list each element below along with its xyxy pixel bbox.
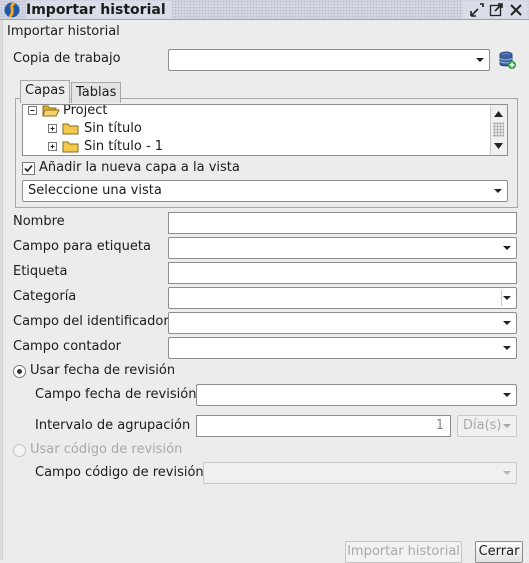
tree-scrollbar[interactable] — [490, 105, 507, 155]
tree-label-project: Project — [63, 104, 108, 118]
chevron-down-icon — [503, 246, 511, 250]
minimize-icon[interactable] — [469, 2, 485, 18]
interval-label: Intervalo de agrupación — [35, 418, 191, 433]
expand-icon[interactable] — [47, 123, 59, 135]
add-layer-checkbox[interactable] — [22, 162, 35, 175]
checkmark-icon — [24, 164, 33, 173]
folder-open-icon — [42, 105, 60, 117]
id-field-label: Campo del identificador — [13, 314, 169, 329]
window-title: Importar historial — [26, 1, 172, 19]
close-icon[interactable] — [508, 2, 524, 18]
expand-icon[interactable] — [47, 141, 59, 153]
interval-unit-select[interactable]: Día(s) — [457, 415, 517, 437]
layers-tree[interactable]: Project Sin título Sin título - 1 — [22, 104, 508, 156]
name-label: Nombre — [13, 214, 65, 229]
label-field-label: Campo para etiqueta — [13, 239, 151, 254]
tag-input[interactable] — [168, 262, 517, 284]
tab-capas[interactable]: Capas — [20, 80, 71, 103]
database-add-icon[interactable] — [497, 50, 517, 70]
revision-code-field-select[interactable] — [203, 462, 517, 484]
window-controls — [463, 1, 527, 19]
tag-label: Etiqueta — [13, 264, 68, 279]
chevron-down-icon — [503, 321, 511, 325]
chevron-down-icon — [503, 346, 511, 350]
category-label: Categoría — [13, 289, 77, 304]
chevron-down-icon — [503, 471, 511, 475]
dialog-header: Importar historial — [7, 24, 120, 39]
id-field-select[interactable] — [168, 312, 517, 334]
chevron-down-icon — [476, 58, 484, 62]
collapse-icon[interactable] — [27, 105, 39, 117]
tab-tablas[interactable]: Tablas — [71, 82, 122, 103]
revision-code-label[interactable]: Usar código de revisión — [30, 441, 182, 459]
window-border — [0, 20, 3, 560]
view-select[interactable]: Seleccione una vista — [22, 180, 508, 202]
app-icon — [4, 2, 20, 18]
folder-icon — [62, 123, 79, 135]
revision-date-radio[interactable] — [13, 365, 26, 378]
scroll-thumb[interactable] — [493, 122, 504, 137]
interval-input[interactable]: 1 — [196, 415, 451, 437]
label-field-select[interactable] — [168, 237, 517, 259]
scroll-down-icon[interactable] — [491, 139, 506, 153]
chevron-down-icon — [503, 424, 511, 428]
working-copy-label: Copia de trabajo — [13, 51, 121, 66]
chevron-down-icon — [494, 189, 502, 193]
revision-date-field-label: Campo fecha de revisión — [35, 387, 197, 402]
revision-date-field-select[interactable] — [196, 384, 517, 406]
working-copy-select[interactable] — [168, 49, 490, 71]
category-combo[interactable] — [168, 287, 517, 309]
folder-icon — [62, 141, 79, 153]
revision-code-field-label: Campo código de revisión — [35, 465, 204, 480]
chevron-down-icon — [503, 393, 511, 397]
maximize-icon[interactable] — [488, 2, 504, 18]
chevron-down-icon[interactable] — [502, 293, 512, 303]
add-layer-label[interactable]: Añadir la nueva capa a la vista — [39, 159, 240, 177]
tree-label-child-1: Sin título — [84, 121, 142, 136]
revision-date-label[interactable]: Usar fecha de revisión — [30, 362, 175, 380]
name-input[interactable] — [168, 212, 517, 234]
tree-label-child-2: Sin título - 1 — [84, 139, 164, 154]
counter-field-select[interactable] — [168, 337, 517, 359]
scroll-up-icon[interactable] — [491, 107, 506, 121]
counter-field-label: Campo contador — [13, 339, 121, 354]
revision-code-radio[interactable] — [13, 444, 26, 457]
